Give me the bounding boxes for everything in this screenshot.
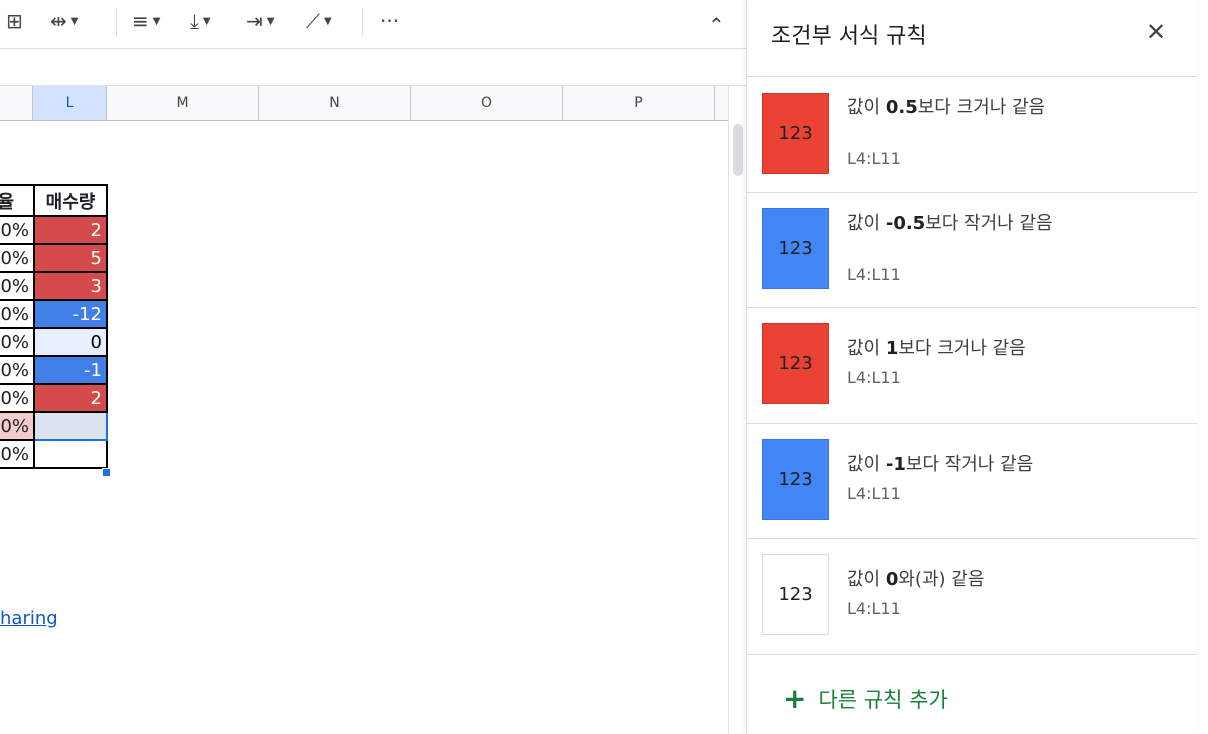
divider xyxy=(747,654,1197,655)
column-header-k[interactable] xyxy=(0,86,33,120)
selected-cell[interactable] xyxy=(33,411,108,441)
chevron-down-icon: ▼ xyxy=(202,15,211,27)
format-preview-swatch: 123 xyxy=(762,439,829,520)
add-rule-button[interactable]: + 다른 규칙 추가 xyxy=(783,684,948,714)
header-cell-ratio[interactable]: 비율 xyxy=(0,184,35,217)
more-icon[interactable]: ··· xyxy=(380,8,399,34)
rule-item[interactable]: 123 값이 0와(과) 같음 L4:L11 xyxy=(747,539,1197,654)
rule-condition: 값이 -1보다 작거나 같음 xyxy=(847,454,1034,475)
format-preview-swatch: 123 xyxy=(762,554,829,635)
cell-ratio[interactable]: 0% xyxy=(0,411,35,441)
chevron-down-icon: ▼ xyxy=(266,15,275,27)
cell-quantity[interactable]: 3 xyxy=(33,271,108,301)
rule-item[interactable]: 123 값이 -1보다 작거나 같음 L4:L11 xyxy=(747,424,1197,539)
format-preview-swatch: 123 xyxy=(762,208,829,289)
rule-range: L4:L11 xyxy=(847,149,901,168)
panel-title: 조건부 서식 규칙 xyxy=(771,24,927,49)
vertical-align-button[interactable]: ⤓ ▼ xyxy=(190,8,211,34)
format-preview-swatch: 123 xyxy=(762,93,829,174)
cell-quantity[interactable]: 0 xyxy=(33,327,108,357)
column-header-l[interactable]: L xyxy=(33,86,107,120)
close-icon[interactable]: ✕ xyxy=(1141,18,1171,46)
cell-ratio[interactable]: 0% xyxy=(0,299,35,329)
table-row: 0% -12 xyxy=(0,299,108,329)
format-preview-swatch: 123 xyxy=(762,323,829,404)
cell-quantity[interactable]: -1 xyxy=(33,355,108,385)
table-row: 0% -1 xyxy=(0,355,108,385)
rule-range: L4:L11 xyxy=(847,484,901,503)
column-header-row: L M N O P xyxy=(0,86,728,121)
toolbar-divider xyxy=(362,8,363,36)
cell-quantity[interactable]: 2 xyxy=(33,215,108,245)
cell-ratio[interactable]: 0% xyxy=(0,215,35,245)
toolbar-divider xyxy=(116,8,117,36)
rotate-icon: ⟋ xyxy=(306,9,320,33)
cell-ratio[interactable]: 0% xyxy=(0,439,35,469)
cell-ratio[interactable]: 0% xyxy=(0,327,35,357)
table-row: 0% xyxy=(0,439,108,469)
horizontal-align-button[interactable]: ≡ ▼ xyxy=(132,8,160,34)
cell-quantity[interactable]: 2 xyxy=(33,383,108,413)
rule-item[interactable]: 123 값이 1보다 크거나 같음 L4:L11 xyxy=(747,308,1197,423)
chevron-down-icon: ▼ xyxy=(70,15,79,27)
cell-ratio[interactable]: 0% xyxy=(0,271,35,301)
rule-item[interactable]: 123 값이 -0.5보다 작거나 같음 L4:L11 xyxy=(747,193,1197,308)
table-row: 0% 5 xyxy=(0,243,108,273)
grid-icon[interactable]: ⊞ xyxy=(6,8,23,34)
table-row: 0% 2 xyxy=(0,383,108,413)
rule-range: L4:L11 xyxy=(847,265,901,284)
text-wrap-button[interactable]: ⇥ ▼ xyxy=(246,8,274,34)
table-row: 0% 3 xyxy=(0,271,108,301)
header-cell-quantity[interactable]: 매수량 xyxy=(33,184,108,217)
merge-cells-button[interactable]: ⇹ ▼ xyxy=(50,8,78,34)
sharing-link[interactable]: haring xyxy=(0,608,58,629)
vertical-scrollbar[interactable] xyxy=(728,86,747,734)
cell-grid[interactable] xyxy=(0,121,728,734)
rule-item[interactable]: 123 값이 0.5보다 크거나 같음 L4:L11 xyxy=(747,77,1197,192)
table-row: 0% xyxy=(0,411,108,441)
column-header-o[interactable]: O xyxy=(411,86,563,120)
rule-condition: 값이 1보다 크거나 같음 xyxy=(847,338,1026,359)
rule-range: L4:L11 xyxy=(847,368,901,387)
chevron-down-icon: ▼ xyxy=(152,15,161,27)
cell-quantity[interactable] xyxy=(33,439,108,469)
table-row: 0% 0 xyxy=(0,327,108,357)
merge-icon: ⇹ xyxy=(50,9,67,33)
rule-condition: 값이 0와(과) 같음 xyxy=(847,569,985,590)
collapse-icon[interactable]: ⌃ xyxy=(708,12,725,38)
cell-ratio[interactable]: 0% xyxy=(0,243,35,273)
cell-quantity[interactable]: -12 xyxy=(33,299,108,329)
column-header-n[interactable]: N xyxy=(259,86,411,120)
chevron-down-icon: ▼ xyxy=(324,15,332,27)
add-rule-label: 다른 규칙 추가 xyxy=(818,688,948,712)
toolbar: ⊞ ⇹ ▼ ≡ ▼ ⤓ ▼ ⇥ ▼ ⟋ ▼ ··· ⌃ xyxy=(0,0,746,49)
formula-bar[interactable] xyxy=(0,49,746,86)
table-row: 0% 2 xyxy=(0,215,108,245)
align-icon: ≡ xyxy=(132,9,149,33)
fill-handle[interactable] xyxy=(102,468,111,477)
wrap-icon: ⇥ xyxy=(246,9,263,33)
scrollbar-thumb[interactable] xyxy=(733,124,743,176)
cell-ratio[interactable]: 0% xyxy=(0,355,35,385)
rule-condition: 값이 0.5보다 크거나 같음 xyxy=(847,97,1046,118)
column-header-m[interactable]: M xyxy=(107,86,259,120)
table-header-row: 비율 매수량 xyxy=(0,184,108,217)
data-table: 비율 매수량 0% 2 0% 5 0% 3 0% -12 0% 0 0% -1 … xyxy=(0,184,108,469)
text-rotation-button[interactable]: ⟋ ▼ xyxy=(306,8,332,34)
rule-condition: 값이 -0.5보다 작거나 같음 xyxy=(847,213,1053,234)
cell-quantity[interactable]: 5 xyxy=(33,243,108,273)
valign-icon: ⤓ xyxy=(190,9,199,33)
cell-ratio[interactable]: 0% xyxy=(0,383,35,413)
conditional-format-panel: 조건부 서식 규칙 ✕ 123 값이 0.5보다 크거나 같음 L4:L11 1… xyxy=(746,0,1197,734)
column-header-p[interactable]: P xyxy=(563,86,715,120)
plus-icon: + xyxy=(783,682,807,715)
rule-range: L4:L11 xyxy=(847,599,901,618)
